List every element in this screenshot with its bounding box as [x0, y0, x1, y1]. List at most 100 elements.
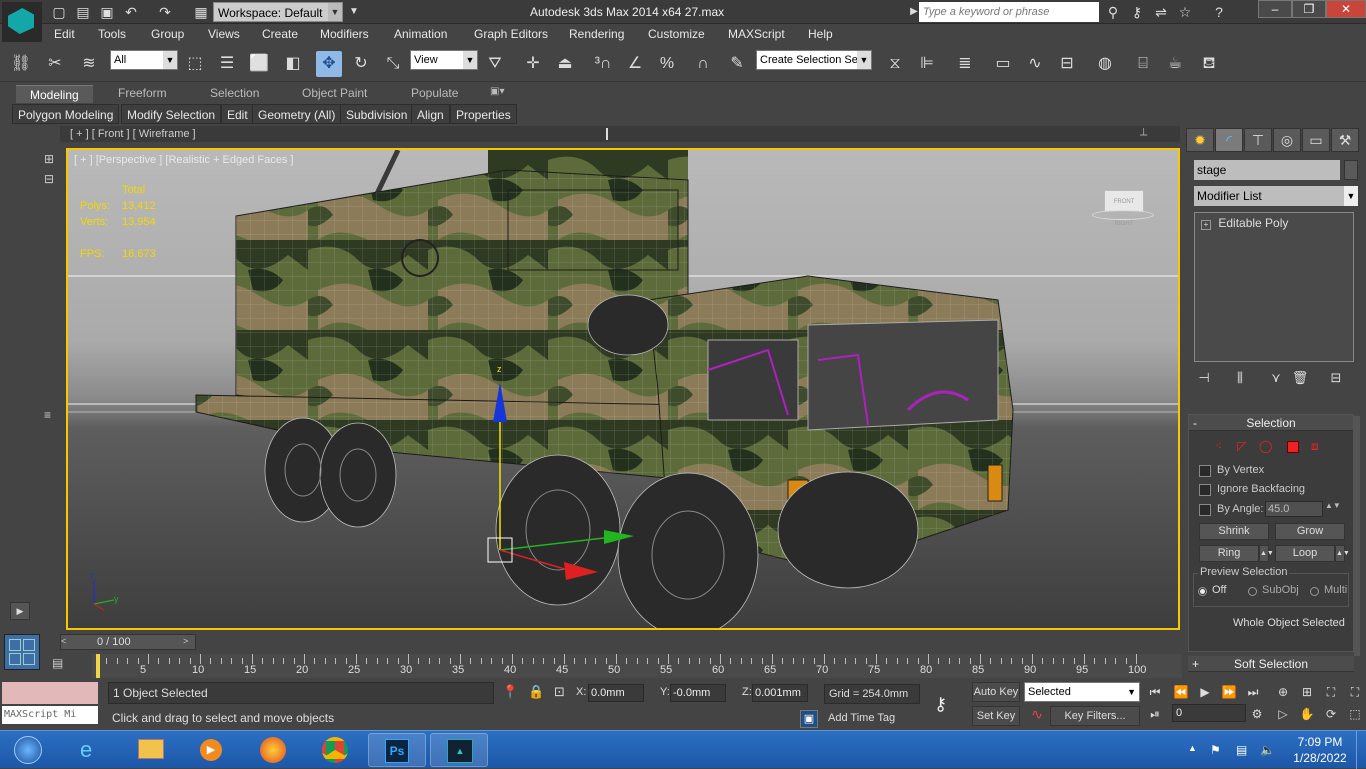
tab-object-paint[interactable]: Object Paint: [302, 86, 367, 100]
minimize-button[interactable]: –: [1258, 0, 1292, 18]
viewport-layouts-icon[interactable]: [4, 634, 40, 670]
current-frame-marker[interactable]: [96, 654, 100, 678]
motion-tab-icon[interactable]: ◎: [1273, 128, 1301, 152]
make-unique-icon[interactable]: ⋎: [1266, 370, 1286, 388]
project-folder-icon[interactable]: ▦: [192, 3, 210, 21]
panel-modify-selection[interactable]: Modify Selection: [121, 104, 222, 124]
preview-subobj-radio[interactable]: [1248, 587, 1257, 596]
restore-button[interactable]: ❐: [1292, 0, 1326, 18]
keyboard-shortcut-override-icon[interactable]: ⏏: [552, 51, 578, 77]
select-object-icon[interactable]: ⬚: [182, 51, 208, 77]
window-crossing-icon[interactable]: ◧: [280, 51, 306, 77]
select-and-scale-icon[interactable]: ⤡: [380, 51, 406, 77]
undo-icon[interactable]: ↶: [122, 3, 140, 21]
tab-populate[interactable]: Populate: [411, 86, 458, 100]
3ds-max-app[interactable]: ▲: [430, 733, 488, 767]
system-clock[interactable]: 7:09 PM 1/28/2022: [1290, 734, 1350, 766]
photoshop-app[interactable]: Ps: [368, 733, 426, 767]
menu-group[interactable]: Group: [151, 27, 184, 41]
customize-qat-icon[interactable]: ▼: [345, 3, 363, 21]
viewport-label[interactable]: [ + ] [Perspective ] [Realistic + Edged …: [74, 154, 294, 166]
mirror-icon[interactable]: ⧖: [882, 51, 908, 77]
redo-icon[interactable]: ↷: [156, 3, 174, 21]
panel-properties[interactable]: Properties: [450, 104, 517, 124]
bind-space-warp-icon[interactable]: ≋: [76, 51, 102, 77]
edge-mode-icon[interactable]: ◸: [1237, 439, 1246, 453]
ring-button[interactable]: Ring: [1199, 545, 1259, 562]
select-link-icon[interactable]: ⛓: [8, 51, 34, 77]
go-to-end-icon[interactable]: ⏭: [1242, 682, 1264, 702]
app-logo[interactable]: [2, 2, 42, 42]
viewport-scroll-icon[interactable]: ≡: [44, 408, 51, 422]
unlink-icon[interactable]: ✂: [42, 51, 68, 77]
preview-off-radio[interactable]: [1198, 587, 1207, 596]
menu-animation[interactable]: Animation: [394, 27, 447, 41]
tab-freeform[interactable]: Freeform: [118, 86, 167, 100]
x-coordinate-field[interactable]: 0.0mm: [588, 684, 644, 702]
ignore-backfacing-checkbox[interactable]: [1199, 484, 1211, 496]
command-panel-scrollbar[interactable]: [1354, 416, 1360, 656]
menu-rendering[interactable]: Rendering: [569, 27, 624, 41]
border-mode-icon[interactable]: ◯: [1259, 439, 1272, 453]
exchange-icon[interactable]: ⇌: [1152, 3, 1170, 21]
chrome-app[interactable]: [306, 733, 364, 767]
isolate-selection-icon[interactable]: 📍: [502, 684, 518, 700]
ribbon-options-icon[interactable]: ▣▾: [490, 86, 504, 97]
panel-edit[interactable]: Edit: [221, 104, 254, 124]
network-icon[interactable]: ▤: [1236, 743, 1247, 757]
rendered-frame-window-icon[interactable]: ☕: [1162, 51, 1188, 77]
object-color-swatch[interactable]: [1344, 160, 1358, 180]
file-explorer-app[interactable]: [122, 733, 180, 767]
by-vertex-checkbox[interactable]: [1199, 465, 1211, 477]
render-production-icon[interactable]: ⛾: [1196, 51, 1222, 77]
menu-help[interactable]: Help: [808, 27, 833, 41]
modify-tab-icon[interactable]: ◜: [1215, 128, 1243, 152]
percent-snap-icon[interactable]: %: [654, 51, 680, 77]
selection-rollout-header[interactable]: - Selection: [1189, 415, 1353, 431]
preview-multi-radio[interactable]: [1310, 587, 1319, 596]
panel-align[interactable]: Align: [411, 104, 450, 124]
next-frame-icon[interactable]: ⏩: [1218, 682, 1240, 702]
volume-icon[interactable]: 🔈: [1260, 743, 1275, 757]
grow-button[interactable]: Grow: [1275, 523, 1345, 540]
front-viewport-label[interactable]: [ + ] [ Front ] [ Wireframe ]: [70, 128, 196, 140]
maxscript-mini-listener[interactable]: MAXScript Mi: [2, 706, 98, 724]
loop-button[interactable]: Loop: [1275, 545, 1335, 562]
vertex-mode-icon[interactable]: ⁖: [1215, 439, 1222, 453]
viewport-nav-icon[interactable]: ⊞: [44, 152, 54, 166]
pivot-center-icon[interactable]: ⛛: [482, 51, 508, 77]
display-tab-icon[interactable]: ▭: [1302, 128, 1330, 152]
object-name-field[interactable]: stage: [1194, 160, 1340, 180]
panel-polygon-modeling[interactable]: Polygon Modeling: [12, 104, 120, 124]
schematic-view-icon[interactable]: ⊟: [1054, 51, 1080, 77]
loop-spinner[interactable]: ▲▼: [1335, 545, 1350, 562]
play-icon[interactable]: ▶: [1194, 682, 1216, 702]
perspective-viewport[interactable]: z y z [ + ] [Perspective ] [Realistic + …: [66, 148, 1180, 630]
spinner-snap-icon[interactable]: ∩: [690, 51, 716, 77]
select-and-rotate-icon[interactable]: ↻: [348, 51, 374, 77]
add-time-tag[interactable]: Add Time Tag: [824, 708, 920, 728]
maximize-viewport-icon[interactable]: ⬚: [1344, 704, 1366, 724]
soft-selection-rollout-header[interactable]: + Soft Selection: [1188, 656, 1354, 672]
stack-item-editable-poly[interactable]: + Editable Poly: [1197, 215, 1351, 231]
favorites-star-icon[interactable]: ☆: [1176, 3, 1194, 21]
select-and-move-icon[interactable]: ✥: [316, 51, 342, 77]
menu-maxscript[interactable]: MAXScript: [728, 27, 785, 41]
selection-filter-dropdown[interactable]: All ▼: [110, 50, 178, 70]
material-editor-icon[interactable]: ◍: [1092, 51, 1118, 77]
polygon-mode-icon[interactable]: [1287, 441, 1299, 453]
panel-geometry-all[interactable]: Geometry (All): [252, 104, 342, 124]
slider-prev-icon[interactable]: <: [61, 636, 73, 646]
y-coordinate-field[interactable]: -0.0mm: [670, 684, 726, 702]
key-mode-dropdown[interactable]: Selected ▼: [1024, 682, 1140, 702]
spinner-arrows-icon[interactable]: ▲▼: [1325, 501, 1341, 510]
tab-modeling[interactable]: Modeling: [16, 85, 93, 103]
internet-explorer-app[interactable]: e: [62, 733, 120, 767]
expand-plus-icon[interactable]: +: [1192, 656, 1199, 672]
new-file-icon[interactable]: ▢: [50, 3, 68, 21]
tab-selection[interactable]: Selection: [210, 86, 259, 100]
track-bar-toggle-icon[interactable]: ▤: [52, 656, 63, 670]
pan-view-icon[interactable]: ✋: [1296, 704, 1318, 724]
viewcube[interactable]: FRONT RIGHT: [1092, 190, 1154, 227]
layer-explorer-icon[interactable]: ≣: [952, 51, 978, 77]
